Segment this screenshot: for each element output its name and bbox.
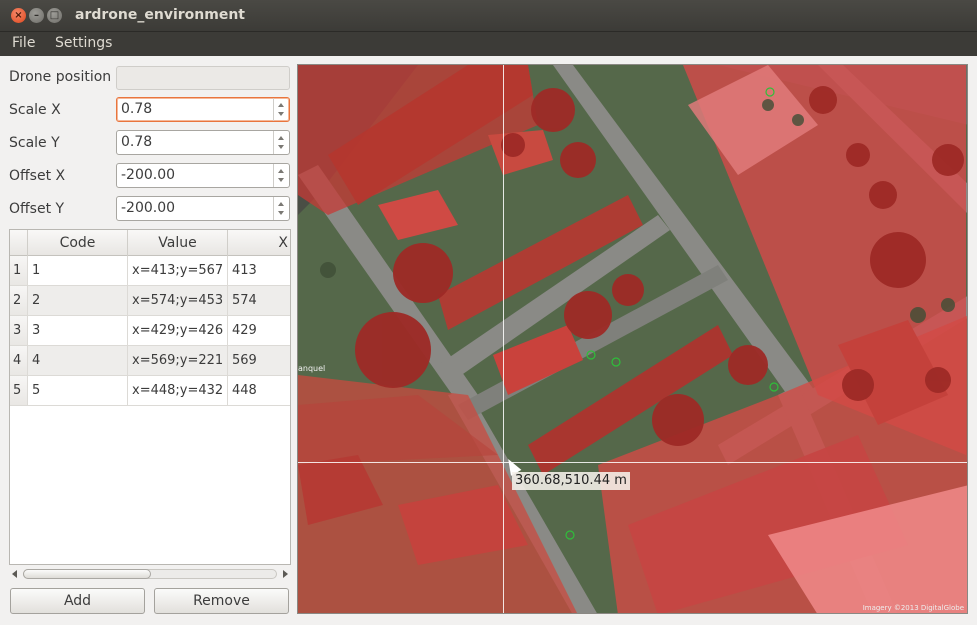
satellite-map-image: anquel bbox=[298, 65, 967, 613]
title-bar: × – □ ardrone_environment bbox=[0, 0, 977, 32]
cell-x[interactable]: 429 bbox=[228, 316, 290, 346]
offset-y-stepper[interactable] bbox=[273, 197, 289, 220]
scale-y-spinbox[interactable] bbox=[116, 130, 290, 155]
menu-file[interactable]: File bbox=[12, 35, 35, 51]
offset-x-stepper[interactable] bbox=[273, 164, 289, 187]
cell-code[interactable]: 1 bbox=[28, 256, 128, 286]
coordinate-readout: 360.68,510.44 m bbox=[512, 472, 630, 490]
corner-header[interactable] bbox=[10, 230, 28, 256]
cell-value[interactable]: x=413;y=567 bbox=[128, 256, 228, 286]
arrow-up-icon[interactable] bbox=[278, 169, 284, 173]
arrow-up-icon[interactable] bbox=[278, 136, 284, 140]
cell-value[interactable]: x=448;y=432 bbox=[128, 376, 228, 406]
street-label: anquel bbox=[298, 364, 325, 373]
cell-x[interactable]: 569 bbox=[228, 346, 290, 376]
arrow-up-icon[interactable] bbox=[278, 202, 284, 206]
scale-y-stepper[interactable] bbox=[273, 131, 289, 154]
minimize-window-icon[interactable]: – bbox=[29, 8, 44, 23]
row-number[interactable]: 2 bbox=[10, 286, 28, 316]
table-row[interactable]: 2 2 x=574;y=453 574 bbox=[10, 286, 290, 316]
offset-y-label: Offset Y bbox=[9, 201, 65, 217]
column-header-x[interactable]: X bbox=[228, 230, 290, 256]
scrollbar-thumb[interactable] bbox=[23, 569, 151, 579]
table-row[interactable]: 4 4 x=569;y=221 569 bbox=[10, 346, 290, 376]
cell-x[interactable]: 574 bbox=[228, 286, 290, 316]
cell-code[interactable]: 4 bbox=[28, 346, 128, 376]
maximize-window-icon[interactable]: □ bbox=[47, 8, 62, 23]
cell-value[interactable]: x=569;y=221 bbox=[128, 346, 228, 376]
column-header-code[interactable]: Code bbox=[28, 230, 128, 256]
scroll-right-icon[interactable] bbox=[283, 570, 288, 578]
scroll-left-icon[interactable] bbox=[12, 570, 17, 578]
cell-value[interactable]: x=574;y=453 bbox=[128, 286, 228, 316]
close-window-icon[interactable]: × bbox=[11, 8, 26, 23]
map-view[interactable]: anquel 360.68,510.44 m Imagery ©2013 Dig… bbox=[297, 64, 968, 614]
scale-y-input[interactable] bbox=[121, 134, 271, 150]
arrow-down-icon[interactable] bbox=[278, 145, 284, 149]
scale-x-stepper[interactable] bbox=[273, 98, 289, 121]
offset-y-input[interactable] bbox=[121, 200, 271, 216]
scale-x-input[interactable] bbox=[121, 101, 271, 117]
table-header: Code Value X bbox=[10, 230, 290, 256]
column-header-value[interactable]: Value bbox=[128, 230, 228, 256]
arrow-down-icon[interactable] bbox=[278, 112, 284, 116]
table-row[interactable]: 1 1 x=413;y=567 413 bbox=[10, 256, 290, 286]
cell-code[interactable]: 2 bbox=[28, 286, 128, 316]
scale-x-spinbox[interactable] bbox=[116, 97, 290, 122]
table-row[interactable]: 3 3 x=429;y=426 429 bbox=[10, 316, 290, 346]
cell-code[interactable]: 3 bbox=[28, 316, 128, 346]
imagery-copyright: Imagery ©2013 DigitalGlobe bbox=[862, 604, 964, 612]
offset-y-spinbox[interactable] bbox=[116, 196, 290, 221]
row-number[interactable]: 3 bbox=[10, 316, 28, 346]
cell-x[interactable]: 448 bbox=[228, 376, 290, 406]
row-number[interactable]: 1 bbox=[10, 256, 28, 286]
cell-value[interactable]: x=429;y=426 bbox=[128, 316, 228, 346]
row-number[interactable]: 4 bbox=[10, 346, 28, 376]
menu-settings[interactable]: Settings bbox=[55, 35, 112, 51]
scale-x-label: Scale X bbox=[9, 102, 61, 118]
add-button[interactable]: Add bbox=[10, 588, 145, 614]
crosshair-vertical-line bbox=[503, 65, 504, 613]
crosshair-horizontal-line bbox=[298, 462, 967, 463]
table-horizontal-scrollbar[interactable] bbox=[9, 567, 291, 581]
remove-button[interactable]: Remove bbox=[154, 588, 289, 614]
arrow-down-icon[interactable] bbox=[278, 211, 284, 215]
row-number[interactable]: 5 bbox=[10, 376, 28, 406]
scale-y-label: Scale Y bbox=[9, 135, 60, 151]
arrow-up-icon[interactable] bbox=[278, 103, 284, 107]
cell-x[interactable]: 413 bbox=[228, 256, 290, 286]
window-title: ardrone_environment bbox=[75, 7, 245, 23]
drone-position-label: Drone position bbox=[9, 69, 112, 85]
waypoint-table[interactable]: Code Value X 1 1 x=413;y=567 413 2 2 x=5… bbox=[9, 229, 291, 565]
menu-bar: File Settings bbox=[0, 32, 977, 56]
offset-x-spinbox[interactable] bbox=[116, 163, 290, 188]
table-row[interactable]: 5 5 x=448;y=432 448 bbox=[10, 376, 290, 406]
arrow-down-icon[interactable] bbox=[278, 178, 284, 182]
cell-code[interactable]: 5 bbox=[28, 376, 128, 406]
offset-x-input[interactable] bbox=[121, 167, 271, 183]
offset-x-label: Offset X bbox=[9, 168, 66, 184]
drone-position-field bbox=[116, 66, 290, 90]
